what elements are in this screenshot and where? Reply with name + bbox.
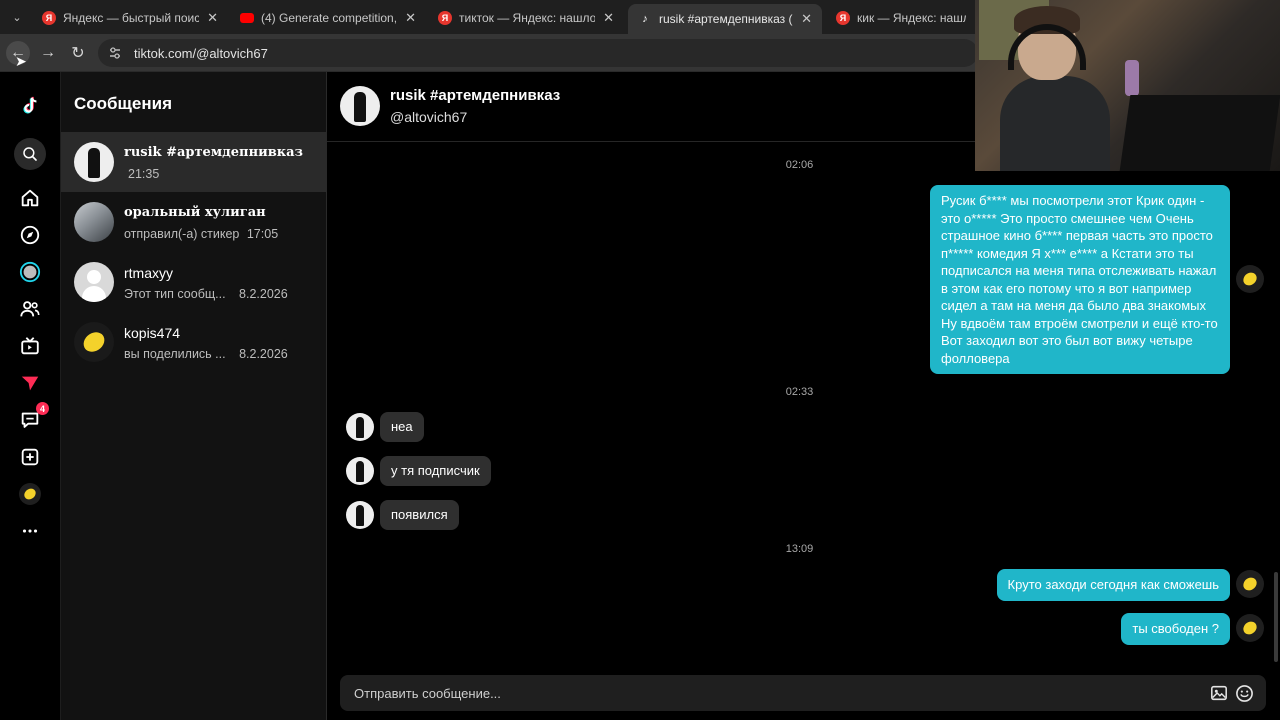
profile-avatar-icon[interactable] bbox=[16, 258, 44, 286]
yandex-icon: Я bbox=[42, 11, 56, 25]
contact-avatar bbox=[346, 413, 374, 441]
tab-title: (4) Generate competition,class l bbox=[261, 11, 398, 25]
messages-badge: 4 bbox=[36, 402, 49, 415]
live-tv-icon[interactable] bbox=[16, 332, 44, 360]
webcam-monitor bbox=[1119, 95, 1280, 171]
tab-title: Яндекс — быстрый поиск в ин bbox=[63, 11, 200, 25]
reload-button[interactable]: ↻ bbox=[66, 41, 90, 65]
contact-avatar bbox=[346, 457, 374, 485]
avatar bbox=[74, 322, 114, 362]
tab-title: кик — Яндекс: нашлось 26 bbox=[857, 11, 966, 25]
contact-avatar bbox=[346, 501, 374, 529]
avatar bbox=[74, 202, 114, 242]
youtube-icon bbox=[240, 13, 254, 23]
chat-scrollbar[interactable] bbox=[1274, 572, 1278, 662]
yandex-icon: Я bbox=[836, 11, 850, 25]
incoming-message: появился bbox=[380, 500, 459, 530]
close-tab-icon[interactable]: ✕ bbox=[801, 11, 812, 27]
messages-heading: Сообщения bbox=[74, 94, 172, 113]
emoji-icon[interactable] bbox=[1234, 683, 1254, 703]
conversation-time: 21:35 bbox=[128, 167, 160, 181]
browser-tab[interactable]: (4) Generate competition,class l ✕ bbox=[230, 4, 426, 32]
url-text: tiktok.com/@altovich67 bbox=[134, 45, 268, 61]
chat-contact-name[interactable]: rusik #артемдепнивказ bbox=[390, 87, 560, 104]
conversation-item[interactable]: rtmaxyy Этот тип сообщ... 8.2.2026 bbox=[61, 252, 327, 312]
tiktok-logo-icon[interactable] bbox=[16, 92, 44, 120]
tiktok-nav-rail: 4 bbox=[0, 72, 61, 720]
mouse-cursor-icon: ➤ bbox=[15, 53, 27, 69]
webcam-person bbox=[1000, 6, 1110, 171]
browser-tab-active[interactable]: ♪ rusik #артемдепнивказ (@alto ✕ bbox=[628, 4, 822, 34]
close-tab-icon[interactable]: ✕ bbox=[603, 10, 614, 26]
yandex-icon: Я bbox=[438, 11, 452, 25]
webcam-overlay bbox=[975, 0, 1280, 171]
outgoing-message: ты свободен ? bbox=[1121, 613, 1230, 645]
conversation-time: 8.2.2026 bbox=[239, 347, 288, 361]
conversation-item[interactable]: оральный хулиган отправил(-а) стикер 17:… bbox=[61, 192, 327, 252]
conversation-preview: вы поделились ... bbox=[124, 347, 226, 361]
tab-title: rusik #артемдепнивказ (@alto bbox=[659, 12, 793, 26]
address-bar[interactable]: tiktok.com/@altovich67 bbox=[98, 39, 978, 67]
chat-contact-handle[interactable]: @altovich67 bbox=[390, 109, 467, 125]
incoming-message: неа bbox=[380, 412, 424, 442]
message-composer bbox=[340, 675, 1266, 711]
conversation-item[interactable]: kopis474 вы поделились ... 8.2.2026 bbox=[61, 312, 327, 372]
my-avatar-lemon-icon bbox=[1236, 614, 1264, 642]
browser-tab[interactable]: Я Яндекс — быстрый поиск в ин ✕ bbox=[32, 4, 228, 32]
my-avatar-lemon-icon bbox=[1236, 570, 1264, 598]
conversation-preview: Этот тип сообщ... bbox=[124, 287, 226, 301]
image-upload-icon[interactable] bbox=[1209, 683, 1229, 703]
tiktok-icon: ♪ bbox=[642, 13, 648, 25]
avatar[interactable] bbox=[340, 86, 380, 126]
message-timestamp: 02:33 bbox=[785, 386, 814, 398]
conversation-item[interactable]: rusik #артемдепнивказ 21:35 bbox=[61, 132, 327, 192]
browser-tab[interactable]: Я кик — Яндекс: нашлось 26 bbox=[826, 4, 976, 32]
message-input[interactable] bbox=[340, 675, 1190, 711]
conversation-time: 17:05 bbox=[246, 227, 279, 241]
explore-compass-icon[interactable] bbox=[16, 221, 44, 249]
close-tab-icon[interactable]: ✕ bbox=[207, 10, 218, 26]
following-users-icon[interactable] bbox=[16, 295, 44, 323]
site-info-icon[interactable] bbox=[108, 46, 122, 60]
conversation-name: rusik #артемдепнивказ bbox=[124, 145, 303, 160]
conversation-list: Сообщения rusik #артемдепнивказ 21:35 ор… bbox=[61, 72, 327, 720]
default-avatar-icon bbox=[74, 262, 114, 302]
forward-button[interactable]: → bbox=[36, 41, 60, 65]
messages-icon[interactable]: 4 bbox=[16, 402, 49, 434]
conversation-meta: Этот тип сообщ... 8.2.2026 bbox=[124, 287, 288, 301]
conversation-name: rtmaxyy bbox=[124, 265, 173, 281]
conversation-meta: 21:35 bbox=[124, 167, 159, 181]
more-dots-icon[interactable] bbox=[16, 517, 44, 545]
close-tab-icon[interactable]: ✕ bbox=[405, 10, 416, 26]
my-avatar-lemon-icon bbox=[1236, 265, 1264, 293]
message-timestamp: 13:09 bbox=[785, 543, 814, 555]
my-profile-lemon-icon[interactable] bbox=[16, 480, 44, 508]
outgoing-message: Круто заходи сегодня как сможешь bbox=[996, 569, 1230, 601]
conversation-name: kopis474 bbox=[124, 325, 181, 341]
conversation-meta: вы поделились ... 8.2.2026 bbox=[124, 347, 288, 361]
upload-plane-icon[interactable] bbox=[16, 369, 44, 397]
webcam-figurine bbox=[1125, 60, 1139, 96]
create-plus-icon[interactable] bbox=[16, 443, 44, 471]
conversation-preview: отправил(-а) стикер bbox=[124, 227, 240, 241]
tab-title: тикток — Яндекс: нашлось 5 т bbox=[459, 11, 596, 25]
browser-tab[interactable]: Я тикток — Яндекс: нашлось 5 т ✕ bbox=[428, 4, 624, 32]
home-icon[interactable] bbox=[16, 184, 44, 212]
conversation-meta: отправил(-а) стикер 17:05 bbox=[124, 227, 278, 241]
avatar bbox=[74, 142, 114, 182]
tab-search-chevron-icon[interactable]: ⌄ bbox=[6, 6, 28, 28]
conversation-name: оральный хулиган bbox=[124, 205, 266, 220]
incoming-message: у тя подписчик bbox=[380, 456, 491, 486]
conversation-time: 8.2.2026 bbox=[239, 287, 288, 301]
outgoing-message: Русик б**** мы посмотрели этот Крик один… bbox=[930, 185, 1230, 374]
search-icon[interactable] bbox=[14, 138, 46, 170]
